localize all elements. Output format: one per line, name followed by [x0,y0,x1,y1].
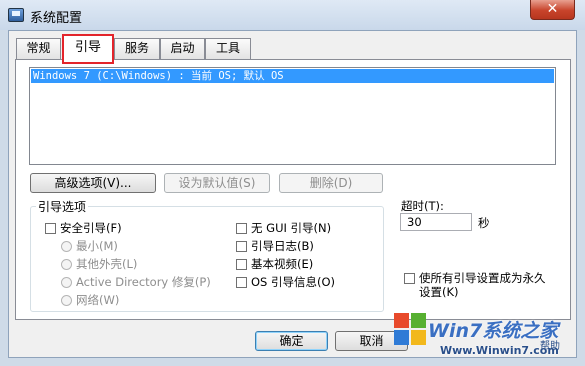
watermark-logo-icon [394,313,426,345]
radio-circle [61,277,72,288]
os-boot-info-label: OS 引导信息(O) [251,275,336,289]
ok-button[interactable]: 确定 [255,331,328,351]
checkbox-box [236,277,247,288]
base-video-checkbox[interactable]: 基本视频(E) [236,257,313,271]
checkbox-box [404,273,415,284]
checkbox-box [236,223,247,234]
tab-tools[interactable]: 工具 [205,38,251,59]
advanced-options-button[interactable]: 高级选项(V)... [30,173,156,193]
system-config-icon [8,8,24,22]
make-permanent-label: 使所有引导设置成为永久 [419,271,546,285]
boot-log-checkbox[interactable]: 引导日志(B) [236,239,314,253]
no-gui-boot-checkbox[interactable]: 无 GUI 引导(N) [236,221,331,235]
safe-boot-checkbox[interactable]: 安全引导(F) [45,221,122,235]
tab-services[interactable]: 服务 [114,38,160,59]
base-video-label: 基本视频(E) [251,257,314,271]
no-gui-boot-label: 无 GUI 引导(N) [251,221,332,235]
boot-options-label: 引导选项 [36,198,89,215]
alternate-shell-radio[interactable]: 其他外壳(L) [61,257,137,271]
window-title: 系统配置 [30,11,83,26]
alternate-shell-label: 其他外壳(L) [76,257,138,271]
network-radio[interactable]: 网络(W) [61,293,119,307]
ad-repair-label: Active Directory 修复(P) [76,275,211,289]
minimal-radio[interactable]: 最小(M) [61,239,118,253]
watermark-title: Win7系统之家 [428,320,559,342]
timeout-input[interactable]: 30 [400,213,472,231]
network-label: 网络(W) [76,293,120,307]
radio-circle [61,241,72,252]
ad-repair-radio[interactable]: Active Directory 修复(P) [61,275,211,289]
make-permanent-label-line2: 设置(K) [419,285,459,299]
os-list-item[interactable]: Windows 7 (C:\Windows) : 当前 OS; 默认 OS [31,69,554,83]
os-boot-info-checkbox[interactable]: OS 引导信息(O) [236,275,335,289]
set-default-button[interactable]: 设为默认值(S) [164,173,270,193]
tab-general[interactable]: 常规 [16,38,61,59]
checkbox-box [236,241,247,252]
radio-circle [61,295,72,306]
minimal-label: 最小(M) [76,239,118,253]
tab-startup[interactable]: 启动 [160,38,205,59]
timeout-label: 超时(T): [401,199,444,213]
delete-button[interactable]: 删除(D) [279,173,383,193]
timeout-unit: 秒 [478,216,490,230]
close-button[interactable]: ✕ [530,0,575,20]
radio-circle [61,259,72,270]
checkbox-box [236,259,247,270]
title-bar [0,0,585,30]
safe-boot-label: 安全引导(F) [60,221,122,235]
tab-highlight-box [62,34,114,64]
boot-log-label: 引导日志(B) [251,239,314,253]
checkbox-box [45,223,56,234]
make-permanent-checkbox[interactable]: 使所有引导设置成为永久 [404,271,546,285]
help-button-partial[interactable]: 帮助 [540,337,560,352]
